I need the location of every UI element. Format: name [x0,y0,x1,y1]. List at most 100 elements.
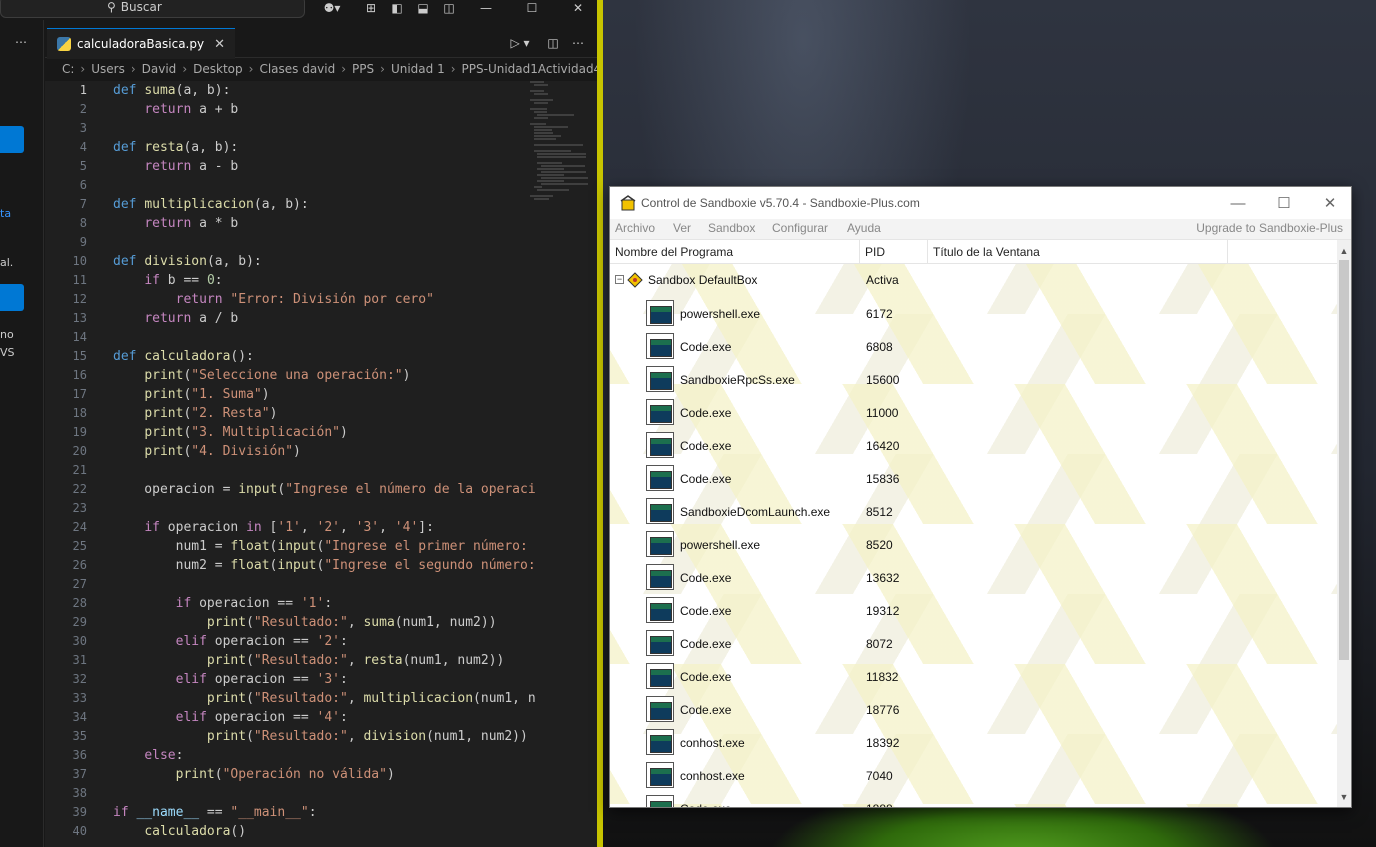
code-line[interactable]: 22 operacion = input("Ingrese el número … [45,480,536,499]
code-line[interactable]: 39 if __name__ == "__main__": [45,803,527,822]
code-line[interactable]: 36 else: [45,746,527,765]
code-line[interactable]: 11 if b == 0: [45,271,527,290]
code-line[interactable]: 29 print("Resultado:", suma(num1, num2)) [45,613,527,632]
code-lines[interactable]: 1 def suma(a, b): 2 return a + b 3 4 def rest… [45,81,536,841]
run-python-icon[interactable]: ▷ ▾ [506,35,534,51]
process-tree[interactable]: Nombre del Programa PID Título de la Ven… [610,239,1351,807]
code-line[interactable]: 14 [45,328,527,347]
code-line[interactable]: 28 if operacion == '1': [45,594,527,613]
code-line[interactable]: 8 return a * b [45,214,527,233]
code-line[interactable]: 30 elif operacion == '2': [45,632,527,651]
toggle-panel-icon[interactable]: ⬓ [415,0,431,16]
process-row[interactable]: Code.exe 11000 [610,396,1337,429]
code-text[interactable]: print("Resultado:", division(num1, num2)… [113,727,528,746]
code-text[interactable]: if __name__ == "__main__": [113,803,317,822]
code-text[interactable]: elif operacion == '4': [113,708,348,727]
menu-ayuda[interactable]: Ayuda [847,221,881,235]
code-text[interactable]: print("Operación no válida") [113,765,395,784]
code-line[interactable]: 24 if operacion in ['1', '2', '3', '4']: [45,518,527,537]
sidebar-secondary-button[interactable] [0,284,24,311]
minimize-icon[interactable]: — [478,0,494,16]
maximize-icon[interactable]: ☐ [524,0,540,16]
code-line[interactable]: 37 print("Operación no válida") [45,765,527,784]
code-text[interactable]: print("Resultado:", resta(num1, num2)) [113,651,504,670]
code-line[interactable]: 9 [45,233,527,252]
code-text[interactable]: return a * b [113,214,238,233]
code-line[interactable]: 31 print("Resultado:", resta(num1, num2)… [45,651,527,670]
sandboxie-titlebar[interactable]: Control de Sandboxie v5.70.4 - Sandboxie… [610,187,1351,219]
code-text[interactable]: num2 = float(input("Ingrese el segundo n… [113,556,536,575]
menu-archivo[interactable]: Archivo [615,221,655,235]
code-text[interactable]: def suma(a, b): [113,81,230,100]
code-text[interactable]: if operacion == '1': [113,594,333,613]
code-text[interactable]: else: [113,746,183,765]
scroll-up-icon[interactable]: ▲ [1337,244,1351,258]
process-row[interactable]: conhost.exe 7040 [610,759,1337,792]
breadcrumb-item[interactable]: C: [62,62,74,76]
code-line[interactable]: 16 print("Seleccione una operación:") [45,366,527,385]
code-editor[interactable]: 1 def suma(a, b): 2 return a + b 3 4 def rest… [45,81,597,847]
upgrade-link[interactable]: Upgrade to Sandboxie-Plus [1196,221,1343,235]
split-editor-icon[interactable]: ◫ [545,35,561,51]
process-row[interactable]: Code.exe 19312 [610,594,1337,627]
code-line[interactable]: 3 [45,119,527,138]
process-list-scrollbar[interactable]: ▲ ▼ [1337,240,1351,807]
process-row[interactable]: Code.exe 13632 [610,561,1337,594]
column-pid[interactable]: PID [860,240,928,264]
breadcrumb-item[interactable]: PPS-Unidad1Actividad4-DA [462,62,597,76]
collapse-icon[interactable]: − [615,275,624,284]
code-text[interactable]: print("Seleccione una operación:") [113,366,410,385]
code-line[interactable]: 26 num2 = float(input("Ingrese el segund… [45,556,536,575]
code-text[interactable]: def calculadora(): [113,347,254,366]
scrollbar-thumb[interactable] [1339,260,1349,660]
process-row[interactable]: powershell.exe 6172 [610,297,1337,330]
process-row[interactable]: Code.exe 8072 [610,627,1337,660]
code-text[interactable]: print("1. Suma") [113,385,269,404]
command-search-box[interactable]: ⚲ Buscar [0,0,305,18]
breadcrumb-item[interactable]: Users [91,62,125,76]
code-text[interactable]: print("3. Multiplicación") [113,423,348,442]
breadcrumb-item[interactable]: Unidad 1 [391,62,445,76]
menu-ver[interactable]: Ver [673,221,691,235]
menu-sandbox[interactable]: Sandbox [708,221,755,235]
close-icon[interactable]: ✕ [1307,187,1353,219]
editor-scrollbar[interactable] [588,81,596,847]
code-line[interactable]: 2 return a + b [45,100,527,119]
menu-configurar[interactable]: Configurar [772,221,828,235]
code-text[interactable]: calculadora() [113,822,246,841]
process-row[interactable]: Code.exe 16420 [610,429,1337,462]
code-line[interactable]: 15 def calculadora(): [45,347,527,366]
code-line[interactable]: 18 print("2. Resta") [45,404,527,423]
scroll-down-icon[interactable]: ▼ [1337,790,1351,804]
process-row[interactable]: Code.exe 15836 [610,462,1337,495]
code-line[interactable]: 20 print("4. División") [45,442,527,461]
code-line[interactable]: 38 [45,784,527,803]
toggle-secondary-sidebar-icon[interactable]: ◫ [441,0,457,16]
code-line[interactable]: 7 def multiplicacion(a, b): [45,195,527,214]
minimap[interactable] [530,81,590,200]
code-text[interactable]: print("2. Resta") [113,404,277,423]
process-row[interactable]: SandboxieRpcSs.exe 15600 [610,363,1337,396]
column-program-name[interactable]: Nombre del Programa [610,240,860,264]
code-line[interactable]: 40 calculadora() [45,822,527,841]
tab-calculadora-basica[interactable]: calculadoraBasica.py ✕ [47,28,235,59]
sandbox-row[interactable]: − Sandbox DefaultBox Activa [610,264,1337,297]
code-text[interactable]: return a / b [113,309,238,328]
breadcrumb-item[interactable]: PPS [352,62,374,76]
code-line[interactable]: 13 return a / b [45,309,527,328]
code-text[interactable]: def multiplicacion(a, b): [113,195,309,214]
copilot-icon[interactable]: ⚉▾ [318,0,346,16]
breadcrumb-item[interactable]: Clases david [259,62,335,76]
minimize-icon[interactable]: — [1215,187,1261,219]
code-text[interactable]: print("4. División") [113,442,301,461]
code-line[interactable]: 35 print("Resultado:", division(num1, nu… [45,727,528,746]
breadcrumb-item[interactable]: Desktop [193,62,243,76]
column-window-title[interactable]: Título de la Ventana [928,240,1228,264]
sidebar-link-fragment[interactable]: ta [0,207,11,220]
more-actions-icon[interactable]: ⋯ [570,35,586,51]
code-line[interactable]: 5 return a - b [45,157,527,176]
code-line[interactable]: 21 [45,461,527,480]
process-row[interactable]: conhost.exe 18392 [610,726,1337,759]
process-row[interactable]: Code.exe 11832 [610,660,1337,693]
code-text[interactable]: print("Resultado:", suma(num1, num2)) [113,613,497,632]
